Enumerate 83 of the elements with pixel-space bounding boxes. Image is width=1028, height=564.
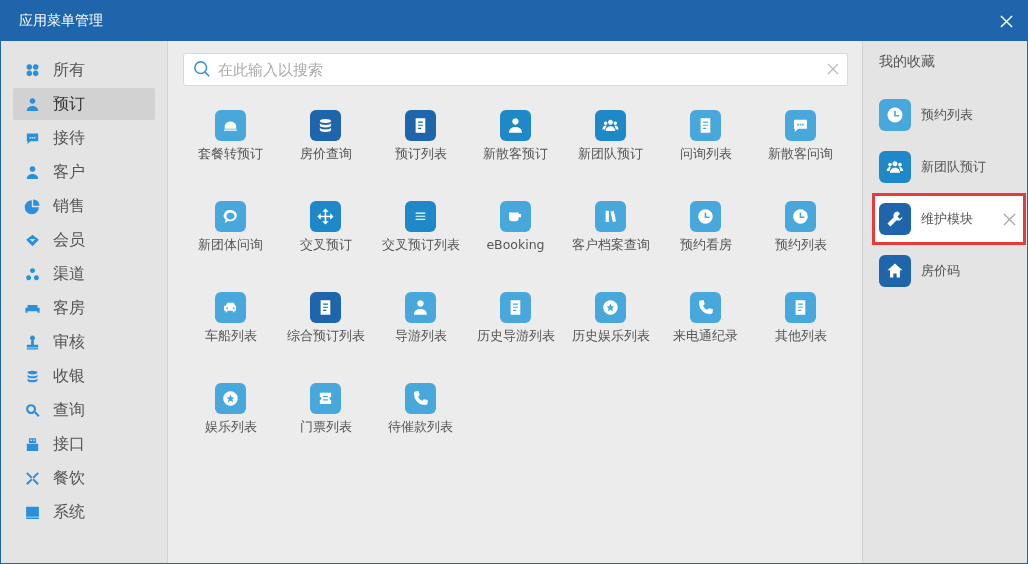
document-icon[interactable] <box>310 292 341 323</box>
favorite-item[interactable]: 预约列表 <box>863 89 1024 141</box>
clock-icon[interactable] <box>690 201 721 232</box>
cloche-icon[interactable] <box>215 110 246 141</box>
dots-icon <box>24 265 41 283</box>
sidebar-item[interactable]: 销售 <box>13 190 155 222</box>
stamp-icon <box>24 333 41 351</box>
app-label[interactable]: 预订列表 <box>394 146 447 163</box>
search-icon <box>193 60 211 78</box>
ticket-icon[interactable] <box>310 383 341 414</box>
person-icon <box>24 163 41 181</box>
speech-bubble-icon[interactable] <box>215 201 246 232</box>
app-label[interactable]: 门票列表 <box>299 419 352 436</box>
app-label[interactable]: 新团体问询 <box>198 237 263 254</box>
app-label[interactable]: 来电通纪录 <box>673 328 738 345</box>
app-label[interactable]: 交叉预订列表 <box>381 237 460 254</box>
database-icon[interactable] <box>310 110 341 141</box>
app-label[interactable]: 其他列表 <box>774 328 827 345</box>
document-icon[interactable] <box>500 292 531 323</box>
favorite-label: 房价码 <box>921 262 961 280</box>
app-label[interactable]: 新散客预订 <box>483 146 548 163</box>
app-label[interactable]: 导游列表 <box>394 328 447 345</box>
car-icon[interactable] <box>215 292 246 323</box>
cup-icon[interactable] <box>500 201 531 232</box>
sidebar-item[interactable]: 审核 <box>13 326 155 358</box>
sidebar-item[interactable]: 渠道 <box>13 258 155 290</box>
app-label[interactable]: 综合预订列表 <box>286 328 365 345</box>
app-label[interactable]: 娱乐列表 <box>204 419 257 436</box>
app-label[interactable]: 新散客问询 <box>768 146 833 163</box>
sidebar-item[interactable]: 餐饮 <box>13 462 155 494</box>
app-label[interactable]: 车船列表 <box>204 328 257 345</box>
sidebar-item[interactable]: 系统 <box>13 496 155 528</box>
app-label[interactable]: 套餐转预订 <box>198 146 263 163</box>
move-icon[interactable] <box>310 201 341 232</box>
app-label[interactable]: 历史导游列表 <box>476 328 555 345</box>
favorite-item[interactable]: 维护模块 <box>872 193 1026 245</box>
list-icon[interactable] <box>405 201 436 232</box>
plug-icon <box>24 435 41 453</box>
app-label[interactable]: 预约列表 <box>774 237 827 254</box>
favorites-title: 我的收藏 <box>878 53 936 71</box>
app-label[interactable]: eBooking <box>486 237 545 252</box>
books-icon[interactable] <box>595 201 626 232</box>
person-icon[interactable] <box>405 292 436 323</box>
favorite-item[interactable]: 新团队预订 <box>863 141 1024 193</box>
sidebar-item[interactable]: 所有 <box>13 54 155 86</box>
sidebar-item[interactable]: 预订 <box>13 88 155 120</box>
phone-icon[interactable] <box>690 292 721 323</box>
favorite-label: 预约列表 <box>921 106 974 124</box>
clock-icon[interactable] <box>785 201 816 232</box>
sidebar-item[interactable]: 会员 <box>13 224 155 256</box>
search-icon <box>24 401 41 419</box>
document-icon[interactable] <box>405 110 436 141</box>
app-label[interactable]: 历史娱乐列表 <box>571 328 650 345</box>
people-icon[interactable] <box>595 110 626 141</box>
chat-icon[interactable] <box>785 110 816 141</box>
search-field[interactable]: 在此输入以搜索 <box>183 53 848 86</box>
app-label[interactable]: 预约看房 <box>679 237 732 254</box>
pie-chart-icon <box>24 197 41 215</box>
phone-icon[interactable] <box>405 383 436 414</box>
window-title: 应用菜单管理 <box>19 12 103 30</box>
person-icon[interactable] <box>500 110 531 141</box>
sidebar-item[interactable]: 查询 <box>13 394 155 426</box>
sidebar-item[interactable]: 客户 <box>13 156 155 188</box>
app-label[interactable]: 待催款列表 <box>388 419 453 436</box>
app-label[interactable]: 房价查询 <box>299 146 352 163</box>
favorite-item[interactable]: 房价码 <box>863 245 1024 297</box>
favorite-label: 维护模块 <box>921 210 974 228</box>
app-label[interactable]: 新团队预订 <box>578 146 643 163</box>
grid-icon <box>24 61 41 79</box>
document-icon[interactable] <box>785 292 816 323</box>
favorite-label: 新团队预订 <box>921 158 987 176</box>
sidebar-item[interactable]: 接待 <box>13 122 155 154</box>
app-label[interactable]: 客户档案查询 <box>571 237 650 254</box>
close-icon[interactable] <box>1000 14 1013 28</box>
app-label[interactable]: 问询列表 <box>679 146 732 163</box>
sidebar-item[interactable]: 客房 <box>13 292 155 324</box>
document-icon[interactable] <box>690 110 721 141</box>
app-label[interactable]: 交叉预订 <box>299 237 352 254</box>
remove-icon[interactable] <box>1003 212 1016 226</box>
clear-icon[interactable] <box>827 63 839 75</box>
sidebar-item[interactable]: 收银 <box>13 360 155 392</box>
sidebar-item[interactable]: 接口 <box>13 428 155 460</box>
person-icon <box>24 95 41 113</box>
